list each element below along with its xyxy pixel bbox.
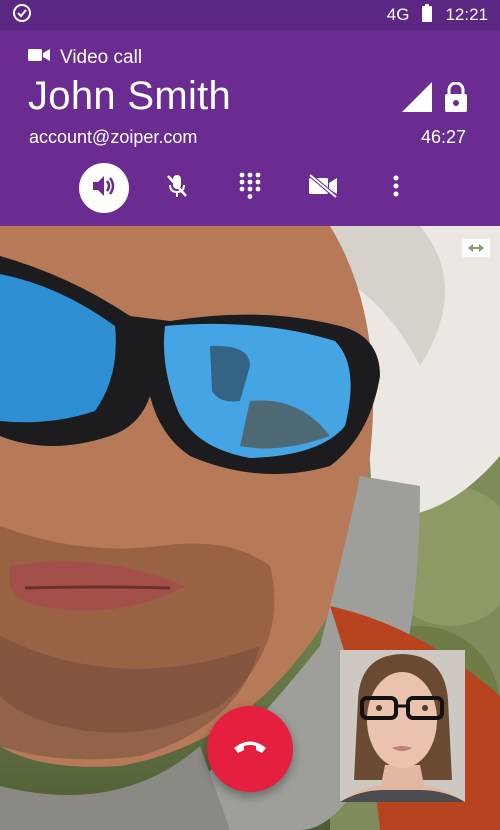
local-video-preview[interactable] bbox=[340, 650, 465, 802]
check-circle-icon bbox=[12, 3, 32, 28]
call-controls bbox=[0, 163, 500, 213]
switch-camera-button[interactable] bbox=[462, 238, 490, 258]
video-off-button[interactable] bbox=[298, 163, 348, 213]
call-header: Video call John Smith account@zoiper.com… bbox=[0, 30, 500, 226]
status-time: 12:21 bbox=[445, 5, 488, 24]
speaker-icon bbox=[91, 174, 117, 203]
status-bar: 4G 12:21 bbox=[0, 0, 500, 30]
network-type: 4G bbox=[386, 5, 410, 24]
switch-camera-icon bbox=[462, 239, 490, 262]
call-type-label: Video call bbox=[60, 47, 143, 68]
local-video-frame bbox=[340, 650, 465, 802]
more-vert-icon bbox=[393, 175, 399, 202]
hangup-button[interactable] bbox=[207, 706, 293, 792]
videocam-icon bbox=[28, 47, 50, 69]
call-type: Video call bbox=[28, 47, 142, 69]
signal-icon bbox=[402, 82, 432, 117]
mic-off-icon bbox=[165, 173, 189, 204]
dialpad-button[interactable] bbox=[225, 163, 275, 213]
more-options-button[interactable] bbox=[371, 163, 421, 213]
dialpad-icon bbox=[239, 172, 261, 205]
videocam-off-icon bbox=[308, 172, 338, 203]
call-status-icons bbox=[402, 81, 468, 117]
call-duration: 46:27 bbox=[420, 127, 466, 147]
lock-icon bbox=[444, 81, 468, 117]
contact-account: account@zoiper.com bbox=[29, 127, 198, 147]
battery-icon bbox=[421, 3, 433, 27]
speaker-button[interactable] bbox=[79, 163, 129, 213]
contact-name: John Smith bbox=[28, 74, 232, 118]
call-end-icon bbox=[232, 739, 268, 760]
mute-button[interactable] bbox=[152, 163, 202, 213]
